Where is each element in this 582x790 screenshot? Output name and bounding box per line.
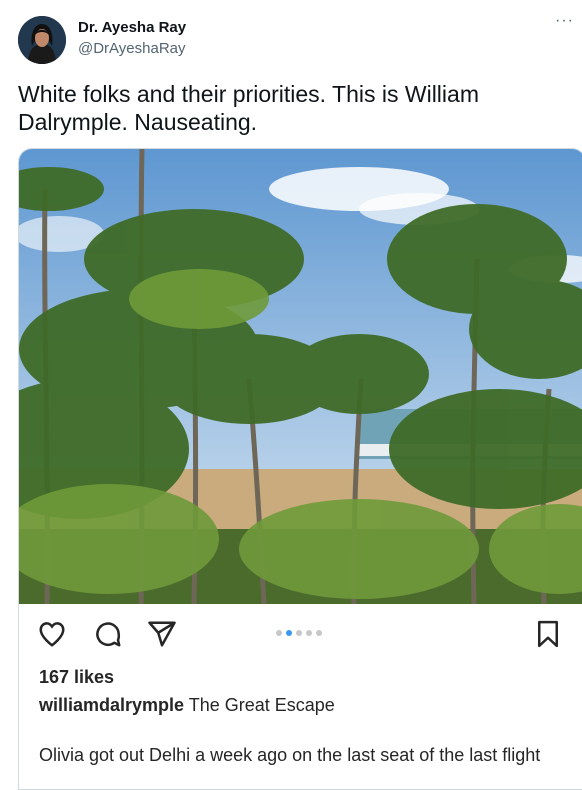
post-caption: williamdalrymple The Great Escape (39, 695, 335, 716)
instagram-embed[interactable]: 167 likes williamdalrymple The Great Esc… (18, 148, 582, 790)
caption-text: The Great Escape (184, 695, 335, 715)
comment-icon[interactable] (93, 619, 123, 649)
carousel-dot-active (286, 630, 292, 636)
carousel-dot (316, 630, 322, 636)
carousel-dot (296, 630, 302, 636)
carousel-dot (306, 630, 312, 636)
post-username[interactable]: williamdalrymple (39, 695, 184, 715)
more-options-icon[interactable]: ··· (555, 12, 574, 30)
carousel-dot (276, 630, 282, 636)
carousel-indicator (276, 630, 322, 636)
bookmark-icon[interactable] (533, 619, 563, 649)
author-handle[interactable]: @DrAyeshaRay (78, 40, 186, 57)
instagram-action-bar (19, 619, 582, 651)
heart-icon[interactable] (37, 619, 67, 649)
tweet: Dr. Ayesha Ray @DrAyeshaRay ··· White fo… (0, 0, 582, 790)
avatar[interactable] (18, 16, 66, 64)
post-body-text: Olivia got out Delhi a week ago on the l… (39, 745, 541, 765)
palm-trees-photo (19, 149, 582, 604)
tweet-text: White folks and their priorities. This i… (18, 81, 479, 135)
share-icon[interactable] (147, 619, 177, 649)
avatar-portrait-icon (18, 16, 66, 64)
likes-count[interactable]: 167 likes (39, 667, 114, 688)
author-name[interactable]: Dr. Ayesha Ray (78, 19, 186, 36)
